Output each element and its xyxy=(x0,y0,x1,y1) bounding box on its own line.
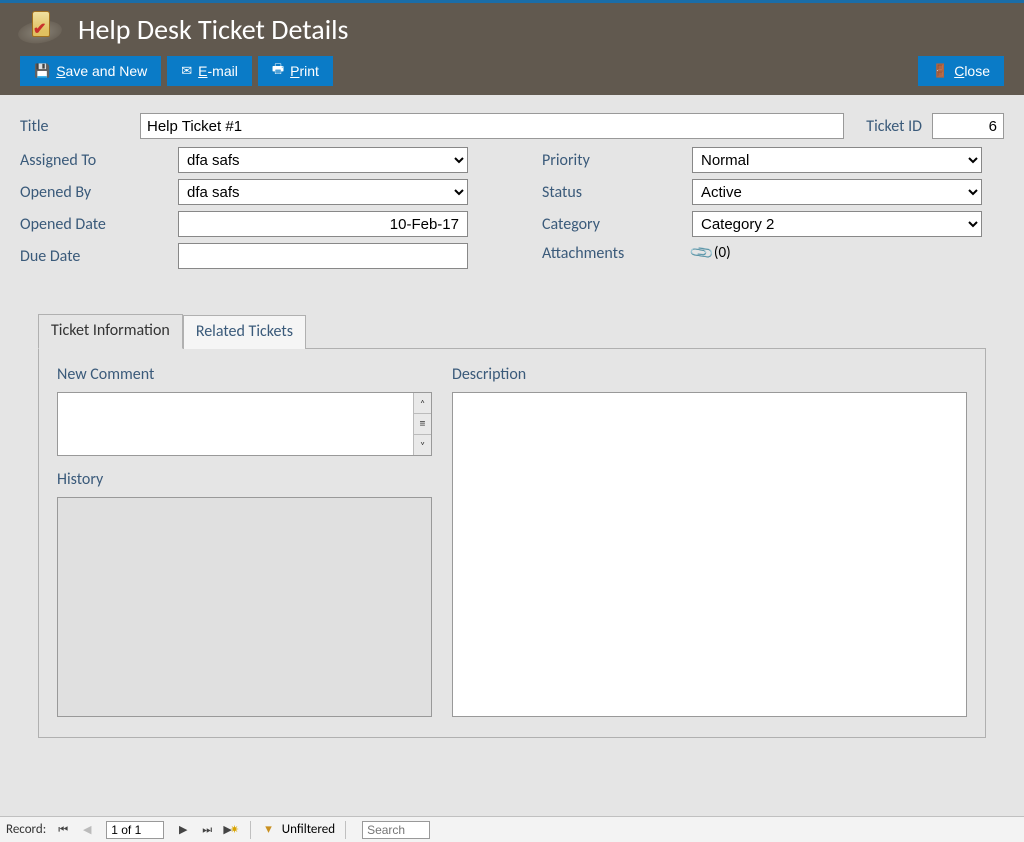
email-button[interactable]: ✉ E-mailE-mail xyxy=(167,56,252,86)
comment-scroll-down-icon[interactable]: ˅ xyxy=(414,435,431,455)
nav-last-icon[interactable]: ⏭ xyxy=(198,821,216,839)
status-label: Status xyxy=(542,183,682,202)
comment-scroll-grip-icon[interactable]: ≡ xyxy=(414,414,431,435)
print-icon: 🖶 xyxy=(272,60,284,82)
tab-ticket-information[interactable]: Ticket Information xyxy=(38,314,183,349)
record-search-input[interactable] xyxy=(362,821,430,839)
description-label: Description xyxy=(452,365,967,384)
title-input[interactable] xyxy=(140,113,844,139)
close-button[interactable]: 🚪 CloseClose xyxy=(918,56,1004,86)
title-label: Title xyxy=(20,117,130,136)
comment-scroll-up-icon[interactable]: ˄ xyxy=(414,393,431,414)
filter-status-label: Unfiltered xyxy=(282,822,335,837)
attachments-value[interactable]: 📎 (0) xyxy=(692,243,731,263)
nav-prev-icon[interactable]: ◀ xyxy=(78,821,96,839)
save-and-new-button[interactable]: 💾 SSave and Newave and New xyxy=(20,56,161,86)
opened-date-input[interactable] xyxy=(178,211,468,237)
filter-icon[interactable]: ▾ xyxy=(265,822,272,837)
category-label: Category xyxy=(542,215,682,234)
ticket-id-label: Ticket ID xyxy=(866,117,922,136)
due-date-label: Due Date xyxy=(20,247,168,266)
assigned-to-label: Assigned To xyxy=(20,151,168,170)
status-select[interactable]: Active xyxy=(692,179,982,205)
record-label: Record: xyxy=(6,822,46,837)
history-box xyxy=(57,497,432,717)
new-comment-label: New Comment xyxy=(57,365,432,384)
nav-next-icon[interactable]: ▶ xyxy=(174,821,192,839)
print-button[interactable]: 🖶 PrintPrint xyxy=(258,56,333,86)
description-box[interactable] xyxy=(452,392,967,717)
opened-date-label: Opened Date xyxy=(20,215,168,234)
nav-new-record-icon[interactable]: ▶✷ xyxy=(222,821,240,839)
close-door-icon: 🚪 xyxy=(932,63,948,79)
assigned-to-select[interactable]: dfa safs xyxy=(178,147,468,173)
new-comment-textarea[interactable] xyxy=(57,392,432,456)
paperclip-icon: 📎 xyxy=(688,239,716,267)
category-select[interactable]: Category 2 xyxy=(692,211,982,237)
history-label: History xyxy=(57,470,432,489)
record-navigation-bar: Record: ⏮ ◀ ▶ ⏭ ▶✷ ▾ Unfiltered xyxy=(0,816,1024,842)
priority-label: Priority xyxy=(542,151,682,170)
priority-select[interactable]: Normal xyxy=(692,147,982,173)
app-logo-icon: ✔ xyxy=(18,11,62,47)
record-position-input[interactable] xyxy=(106,821,164,839)
attachments-count: (0) xyxy=(714,244,731,262)
save-icon: 💾 xyxy=(34,63,50,79)
page-title: Help Desk Ticket Details xyxy=(78,12,349,47)
due-date-input[interactable] xyxy=(178,243,468,269)
opened-by-label: Opened By xyxy=(20,183,168,202)
email-icon: ✉ xyxy=(181,63,192,79)
attachments-label: Attachments xyxy=(542,244,682,263)
opened-by-select[interactable]: dfa safs xyxy=(178,179,468,205)
nav-first-icon[interactable]: ⏮ xyxy=(54,821,72,839)
ticket-id-value xyxy=(932,113,1004,139)
tab-related-tickets[interactable]: Related Tickets xyxy=(183,315,306,349)
